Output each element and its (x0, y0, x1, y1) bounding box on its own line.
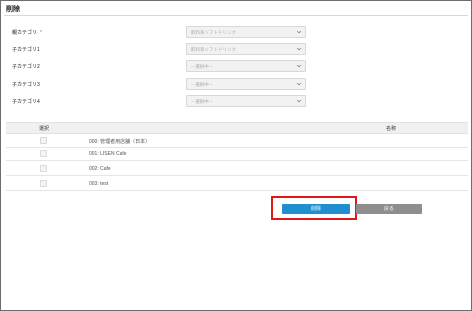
form-row-parent-category: 親カテゴリ * 飲料系ソフトドリンク (1, 26, 472, 38)
column-header-name: 名称 (386, 126, 397, 132)
child-category-4-select[interactable]: -- 選択中 -- (186, 95, 306, 107)
field-label: 子カテゴリ4 (12, 99, 40, 105)
field-label-text: 親カテゴリ (12, 30, 38, 36)
select-value: -- 選択中 -- (191, 99, 213, 104)
form-row-child-category-2: 子カテゴリ2 -- 選択中 -- (1, 60, 472, 72)
table-row: 003: test (6, 178, 468, 191)
child-category-3-select[interactable]: -- 選択中 -- (186, 78, 306, 90)
form-row-child-category-1: 子カテゴリ1 飲料系ソフトドリンク (1, 43, 472, 55)
parent-category-select[interactable]: 飲料系ソフトドリンク (186, 26, 306, 38)
back-button[interactable]: 戻る (356, 204, 422, 214)
chevron-down-icon (296, 99, 302, 103)
row-checkbox[interactable] (40, 180, 47, 187)
table-row: 002: Cafe (6, 163, 468, 176)
select-value: 飲料系ソフトドリンク (191, 47, 236, 52)
page-frame: 削除 親カテゴリ * 飲料系ソフトドリンク 子カテゴリ1 飲料系ソフトドリンク 子… (0, 0, 472, 311)
required-mark: * (40, 30, 42, 36)
chevron-down-icon (296, 82, 302, 86)
delete-button[interactable]: 削除 (282, 204, 350, 214)
row-name: 001: LISEN Cafe (89, 151, 127, 157)
row-name: 002: Cafe (89, 166, 111, 172)
row-name: 000: 管理者用店舗（日本） (89, 139, 151, 145)
title-divider (4, 15, 468, 16)
row-name: 003: test (89, 181, 109, 187)
field-label: 子カテゴリ1 (12, 47, 40, 53)
child-category-1-select[interactable]: 飲料系ソフトドリンク (186, 43, 306, 55)
chevron-down-icon (296, 64, 302, 68)
table-row: 001: LISEN Cafe (6, 148, 468, 161)
row-checkbox[interactable] (40, 137, 47, 144)
form-row-child-category-3: 子カテゴリ3 -- 選択中 -- (1, 78, 472, 90)
table-row: 000: 管理者用店舗（日本） (6, 135, 468, 148)
chevron-down-icon (296, 47, 302, 51)
child-category-2-select[interactable]: -- 選択中 -- (186, 60, 306, 72)
page-title: 削除 (6, 6, 20, 13)
form-row-child-category-4: 子カテゴリ4 -- 選択中 -- (1, 95, 472, 107)
row-checkbox[interactable] (40, 150, 47, 157)
select-value: 飲料系ソフトドリンク (191, 30, 236, 35)
field-label: 子カテゴリ3 (12, 82, 40, 88)
field-label: 親カテゴリ * (12, 29, 42, 36)
row-checkbox[interactable] (40, 165, 47, 172)
chevron-down-icon (296, 30, 302, 34)
field-label: 子カテゴリ2 (12, 64, 40, 70)
table-header: 選択 名称 (6, 122, 468, 134)
select-value: -- 選択中 -- (191, 64, 213, 69)
column-header-select: 選択 (39, 126, 50, 132)
select-value: -- 選択中 -- (191, 82, 213, 87)
